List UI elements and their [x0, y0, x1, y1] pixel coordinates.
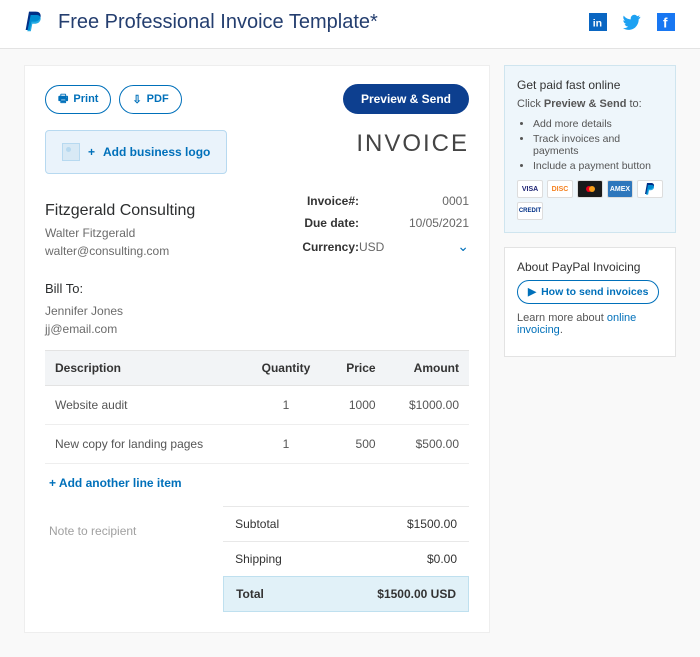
add-line-label: Add another line item [59, 476, 182, 490]
list-item: Include a payment button [533, 160, 663, 172]
about-title: About PayPal Invoicing [517, 260, 663, 274]
invoice-number-value[interactable]: 0001 [359, 194, 469, 208]
cell-amount: $500.00 [386, 425, 469, 464]
totals-column: Subtotal $1500.00 Shipping $0.00 Total $… [223, 506, 469, 612]
currency-label: Currency: [269, 240, 359, 254]
about-invoicing-card: About PayPal Invoicing ▶ How to send inv… [504, 247, 676, 357]
twitter-icon[interactable] [622, 12, 642, 32]
fast-subtitle: Click Preview & Send to: [517, 98, 663, 110]
print-label: Print [73, 93, 98, 105]
cell-qty: 1 [245, 386, 327, 425]
currency-value: USD [359, 240, 384, 254]
shipping-label: Shipping [235, 552, 282, 566]
subtotal-label: Subtotal [235, 517, 279, 531]
add-business-logo-button[interactable]: + Add business logo [45, 130, 227, 174]
visa-icon: VISA [517, 180, 543, 198]
bill-to-name[interactable]: Jennifer Jones [45, 304, 469, 318]
learn-more-text: Learn more about online invoicing. [517, 312, 663, 336]
paypal-credit-icon: CREDIT [517, 202, 543, 220]
page-title: Free Professional Invoice Template* [58, 11, 378, 34]
due-date-row: Due date: 10/05/2021 [269, 216, 469, 230]
print-icon: 🖶 [58, 90, 68, 109]
paypal-logo-icon [24, 10, 44, 34]
shipping-row: Shipping $0.00 [223, 541, 469, 576]
content-area: 🖶 Print ⇩ PDF Preview & Send + Add busin… [0, 49, 700, 657]
bill-to-email[interactable]: jj@email.com [45, 322, 469, 336]
image-placeholder-icon [62, 143, 80, 161]
get-paid-fast-card: Get paid fast online Click Preview & Sen… [504, 65, 676, 233]
col-description: Description [45, 351, 245, 386]
header-left: Free Professional Invoice Template* [24, 10, 378, 34]
facebook-icon[interactable]: f [656, 12, 676, 32]
invoice-card: 🖶 Print ⇩ PDF Preview & Send + Add busin… [24, 65, 490, 633]
fast-list: Add more details Track invoices and paym… [517, 118, 663, 172]
invoice-header-row: + Add business logo Fitzgerald Consultin… [45, 130, 469, 263]
line-items-table: Description Quantity Price Amount Websit… [45, 350, 469, 464]
how-to-send-button[interactable]: ▶ How to send invoices [517, 280, 659, 304]
invoice-number-row: Invoice#: 0001 [269, 194, 469, 208]
cell-amount: $1000.00 [386, 386, 469, 425]
linkedin-icon[interactable]: in [588, 12, 608, 32]
print-button[interactable]: 🖶 Print [45, 85, 111, 114]
bill-to-block: Bill To: Jennifer Jones jj@email.com [45, 281, 469, 336]
cell-desc: Website audit [45, 386, 245, 425]
download-icon: ⇩ [132, 93, 141, 106]
col-amount: Amount [386, 351, 469, 386]
preview-send-button[interactable]: Preview & Send [343, 84, 469, 114]
toolbar-left: 🖶 Print ⇩ PDF [45, 85, 182, 114]
how-to-send-label: How to send invoices [541, 286, 648, 298]
invoice-heading: INVOICE [269, 130, 469, 158]
add-logo-label: Add business logo [103, 145, 210, 159]
invoice-toolbar: 🖶 Print ⇩ PDF Preview & Send [45, 84, 469, 114]
cell-price: 500 [327, 425, 386, 464]
cell-qty: 1 [245, 425, 327, 464]
table-row[interactable]: Website audit 1 1000 $1000.00 [45, 386, 469, 425]
add-line-item-button[interactable]: + Add another line item [45, 464, 469, 502]
list-item: Add more details [533, 118, 663, 130]
fast-title: Get paid fast online [517, 78, 663, 92]
currency-row: Currency: USD ⌄ [269, 238, 469, 255]
subtotal-value: $1500.00 [407, 517, 457, 531]
company-block: Fitzgerald Consulting Walter Fitzgerald … [45, 202, 227, 258]
cell-desc: New copy for landing pages [45, 425, 245, 464]
invoice-header-right: INVOICE Invoice#: 0001 Due date: 10/05/2… [269, 130, 469, 263]
subtotal-row: Subtotal $1500.00 [223, 506, 469, 541]
currency-select[interactable]: USD ⌄ [359, 238, 469, 255]
company-name: Fitzgerald Consulting [45, 202, 227, 220]
col-quantity: Quantity [245, 351, 327, 386]
amex-icon: AMEX [607, 180, 633, 198]
table-row[interactable]: New copy for landing pages 1 500 $500.00 [45, 425, 469, 464]
payment-method-icons: VISA DISC AMEX CREDIT [517, 180, 663, 220]
sidebar: Get paid fast online Click Preview & Sen… [504, 65, 676, 633]
social-links: in f [588, 12, 676, 32]
play-icon: ▶ [528, 286, 536, 298]
mastercard-icon [577, 180, 603, 198]
chevron-down-icon: ⌄ [457, 238, 469, 255]
discover-icon: DISC [547, 180, 573, 198]
company-contact: Walter Fitzgerald [45, 226, 227, 240]
company-email: walter@consulting.com [45, 244, 227, 258]
top-header: Free Professional Invoice Template* in f [0, 0, 700, 49]
pdf-label: PDF [147, 93, 169, 105]
paypal-icon [637, 180, 663, 198]
totals-section: Note to recipient Subtotal $1500.00 Ship… [45, 506, 469, 612]
svg-text:in: in [593, 18, 602, 30]
shipping-value: $0.00 [427, 552, 457, 566]
due-date-value[interactable]: 10/05/2021 [359, 216, 469, 230]
pdf-button[interactable]: ⇩ PDF [119, 85, 181, 114]
invoice-number-label: Invoice#: [269, 194, 359, 208]
invoice-header-left: + Add business logo Fitzgerald Consultin… [45, 130, 227, 263]
note-to-recipient-input[interactable]: Note to recipient [45, 506, 223, 612]
total-row: Total $1500.00 USD [223, 576, 469, 612]
col-price: Price [327, 351, 386, 386]
bill-to-heading: Bill To: [45, 281, 469, 296]
due-date-label: Due date: [269, 216, 359, 230]
cell-price: 1000 [327, 386, 386, 425]
svg-text:f: f [663, 15, 668, 30]
list-item: Track invoices and payments [533, 133, 663, 157]
